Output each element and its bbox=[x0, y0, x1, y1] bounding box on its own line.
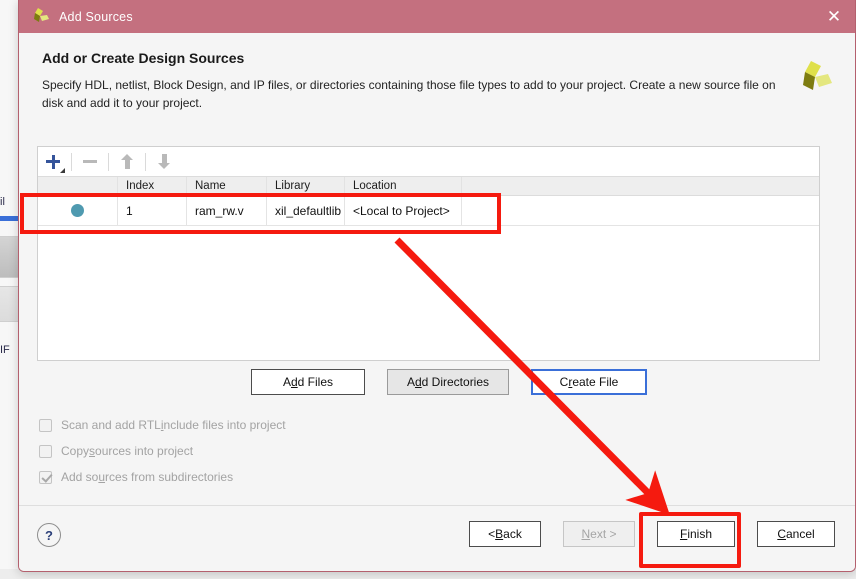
table-header-row: Index Name Library Location bbox=[38, 177, 819, 196]
add-files-mnemonic: d bbox=[290, 375, 298, 389]
create-file-label: C bbox=[559, 375, 569, 389]
finish-mnemonic: F bbox=[679, 527, 688, 541]
row-library-cell[interactable]: xil_defaultlib bbox=[267, 196, 345, 225]
back-label-post: ack bbox=[503, 527, 522, 541]
add-directories-label-post: d Directories bbox=[421, 375, 490, 389]
option-scan-rtl-include[interactable]: Scan and add RTL i nclude files into proj… bbox=[39, 412, 286, 438]
xilinx-logo-icon bbox=[31, 8, 50, 25]
row-name-cell[interactable]: ram_rw.v bbox=[187, 196, 267, 225]
column-header-status[interactable] bbox=[38, 177, 118, 195]
option-add-subdirectories-mnemonic: u bbox=[98, 470, 106, 484]
option-add-subdirectories-label: Add so bbox=[61, 470, 99, 484]
screen: il IF Add Sources ✕ Add or Create Design… bbox=[0, 0, 856, 579]
checkbox-copy-sources[interactable] bbox=[39, 444, 52, 458]
column-header-spacer bbox=[462, 177, 819, 195]
row-status-cell bbox=[38, 196, 118, 225]
cancel-mnemonic: C bbox=[777, 527, 786, 541]
toolbar-separator bbox=[71, 152, 72, 171]
caret-down-icon bbox=[60, 167, 65, 173]
dialog-titlebar: Add Sources ✕ bbox=[19, 0, 855, 33]
sources-table-panel: Index Name Library Location 1 ram_rw.v x… bbox=[37, 146, 820, 361]
next-mnemonic: N bbox=[581, 527, 591, 541]
page-title: Add or Create Design Sources bbox=[42, 50, 245, 66]
background-text-fragment-2: IF bbox=[0, 344, 10, 356]
option-add-subdirectories[interactable]: Add so u rces from subdirectories bbox=[39, 464, 286, 490]
source-action-buttons: Add Files Add Directories Cr eate File bbox=[251, 369, 647, 395]
cancel-button[interactable]: Cancel bbox=[757, 521, 835, 547]
checkbox-scan-rtl-include[interactable] bbox=[39, 418, 52, 432]
column-header-index[interactable]: Index bbox=[118, 177, 187, 195]
back-mnemonic: B bbox=[495, 527, 504, 541]
dialog-body: Add or Create Design Sources Specify HDL… bbox=[19, 33, 855, 571]
column-header-location[interactable]: Location bbox=[345, 177, 462, 195]
toolbar-separator bbox=[108, 152, 109, 171]
close-icon[interactable]: ✕ bbox=[811, 0, 855, 33]
option-scan-rtl-include-label-post: nclude files into project bbox=[163, 418, 286, 432]
add-directories-button[interactable]: Add Directories bbox=[387, 369, 509, 395]
help-button[interactable]: ? bbox=[37, 523, 61, 547]
next-label-post: ext > bbox=[590, 527, 617, 541]
add-source-button[interactable] bbox=[38, 148, 68, 176]
option-copy-sources-label-post: ources into project bbox=[95, 444, 194, 458]
brand-logo-icon bbox=[797, 61, 833, 95]
row-index-cell: 1 bbox=[118, 196, 187, 225]
move-up-button[interactable] bbox=[112, 148, 142, 176]
add-files-button[interactable]: Add Files bbox=[251, 369, 365, 395]
finish-label-post: inish bbox=[687, 527, 713, 541]
wizard-navigation-buttons: < Back Next > Finish Cancel bbox=[469, 521, 835, 547]
minus-icon bbox=[83, 160, 97, 163]
move-down-button[interactable] bbox=[149, 148, 179, 176]
arrow-up-icon bbox=[120, 154, 134, 169]
status-dot-icon bbox=[71, 204, 84, 217]
back-button[interactable]: < Back bbox=[469, 521, 541, 547]
column-header-name[interactable]: Name bbox=[187, 177, 267, 195]
option-copy-sources-label: Copy bbox=[61, 444, 90, 458]
arrow-down-icon bbox=[157, 154, 171, 169]
remove-source-button[interactable] bbox=[75, 148, 105, 176]
back-label: < bbox=[488, 527, 496, 541]
option-add-subdirectories-label-post: rces from subdirectories bbox=[105, 470, 234, 484]
add-files-label: A bbox=[282, 375, 291, 389]
page-description: Specify HDL, netlist, Block Design, and … bbox=[42, 78, 776, 110]
dialog-title: Add Sources bbox=[59, 9, 133, 24]
option-copy-sources[interactable]: Copy s ources into project bbox=[39, 438, 286, 464]
table-row[interactable]: 1 ram_rw.v xil_defaultlib <Local to Proj… bbox=[38, 196, 819, 226]
next-button: Next > bbox=[563, 521, 635, 547]
add-sources-dialog: Add Sources ✕ Add or Create Design Sourc… bbox=[18, 0, 856, 572]
cancel-label-post: ancel bbox=[785, 527, 815, 541]
footer-divider bbox=[19, 505, 855, 506]
row-location-cell[interactable]: <Local to Project> bbox=[345, 196, 462, 225]
finish-button[interactable]: Finish bbox=[657, 521, 735, 547]
row-spacer-cell bbox=[462, 196, 819, 225]
option-scan-rtl-include-label: Scan and add RTL bbox=[61, 418, 161, 432]
table-toolbar bbox=[38, 147, 819, 177]
checkbox-add-subdirectories[interactable] bbox=[39, 470, 52, 484]
column-header-library[interactable]: Library bbox=[267, 177, 345, 195]
source-options-group: Scan and add RTL i nclude files into proj… bbox=[39, 412, 286, 490]
plus-icon bbox=[46, 154, 60, 169]
add-directories-label: A bbox=[406, 375, 415, 389]
add-files-label-post: d Files bbox=[297, 375, 334, 389]
background-text-fragment-1: il bbox=[0, 196, 5, 208]
add-directories-mnemonic: d bbox=[414, 375, 422, 389]
toolbar-separator bbox=[145, 152, 146, 171]
create-file-label-post: eate File bbox=[572, 375, 619, 389]
create-file-button[interactable]: Cr eate File bbox=[531, 369, 647, 395]
